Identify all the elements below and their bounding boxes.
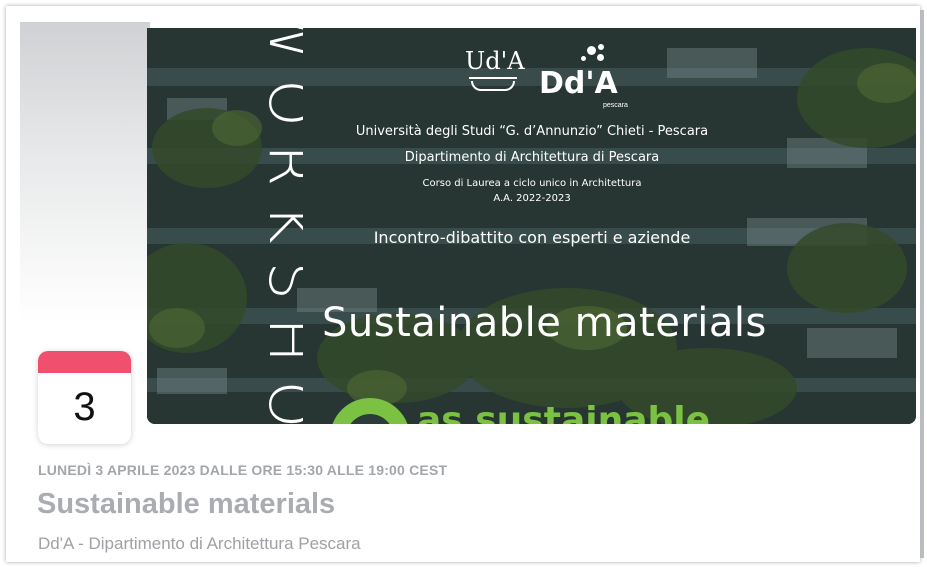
date-badge: 3 bbox=[38, 351, 131, 444]
university-name: Università degli Studi “G. d’Annunzio” C… bbox=[355, 124, 709, 139]
card-gradient bbox=[20, 22, 150, 322]
banner-headline: Sustainable materials bbox=[322, 300, 767, 346]
event-organizer[interactable]: Dd'A - Dipartimento di Architettura Pesc… bbox=[38, 534, 361, 554]
workshop-vertical-text: WORKSHOP bbox=[255, 28, 303, 424]
meeting-subtitle: Incontro-dibattito con esperti e aziende bbox=[373, 228, 691, 247]
date-badge-day: 3 bbox=[73, 385, 96, 429]
uda-logo: Ud'A bbox=[465, 48, 525, 96]
academic-year: A.A. 2022-2023 bbox=[493, 193, 571, 204]
event-banner-image[interactable]: WORKSHOP Ud'A Dd'A pescara Università de… bbox=[147, 28, 916, 424]
dda-logo: Dd'A pescara bbox=[537, 44, 628, 109]
department-name: Dipartimento di Architettura di Pescara bbox=[404, 150, 660, 165]
course-name: Corso di Laurea a ciclo unico in Archite… bbox=[422, 178, 642, 189]
event-datetime: LUNEDÌ 3 APRILE 2023 DALLE ORE 15:30 ALL… bbox=[38, 462, 448, 478]
date-badge-header bbox=[38, 351, 131, 373]
partner-logo-text: as sustainable bbox=[417, 400, 711, 424]
event-title[interactable]: Sustainable materials bbox=[37, 488, 335, 521]
